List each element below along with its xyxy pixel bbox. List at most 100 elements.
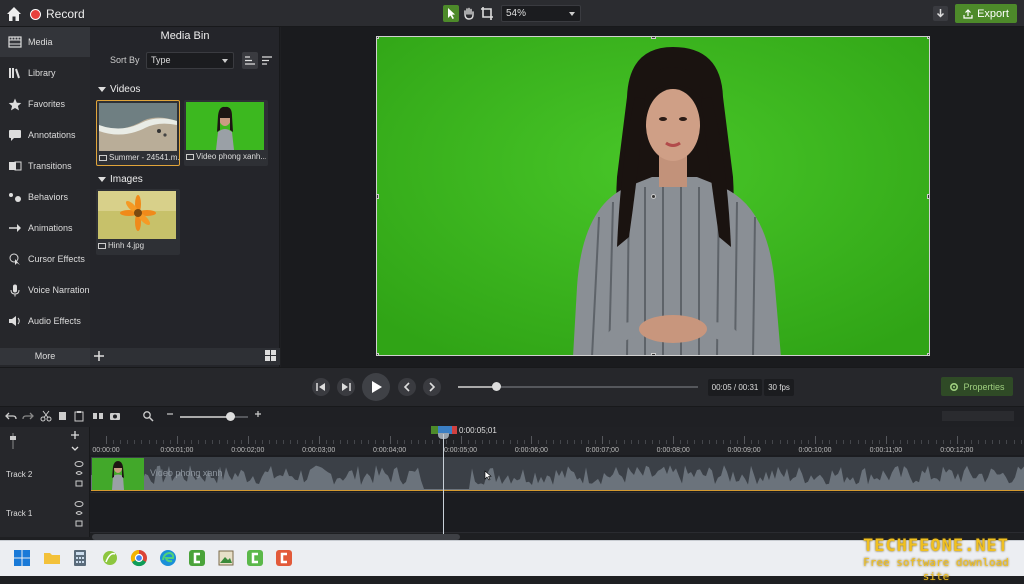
next-clip-button[interactable] bbox=[423, 378, 441, 396]
snapshot-button[interactable] bbox=[109, 410, 121, 422]
clip-name: Video phong xanh bbox=[150, 468, 223, 478]
ruler-minor-tick bbox=[666, 440, 668, 444]
timeline-zoom-handle[interactable] bbox=[226, 412, 235, 421]
ruler-minor-tick bbox=[701, 440, 703, 444]
step-forward-icon bbox=[342, 383, 351, 391]
ruler-minor-tick bbox=[992, 440, 994, 444]
ruler-minor-tick bbox=[963, 440, 965, 444]
resize-handle[interactable] bbox=[651, 37, 656, 39]
sidebar-item-label: Audio Effects bbox=[28, 316, 81, 326]
resize-handle[interactable] bbox=[377, 37, 379, 39]
images-section-header[interactable]: Images bbox=[98, 174, 143, 185]
previous-clip-button[interactable] bbox=[398, 378, 416, 396]
play-button[interactable] bbox=[362, 373, 390, 401]
sidebar-item-cursor-effects[interactable]: Cursor Effects bbox=[0, 244, 90, 274]
select-tool-button[interactable] bbox=[443, 5, 459, 22]
more-button[interactable]: More bbox=[0, 348, 90, 365]
sidebar-item-transitions[interactable]: Transitions bbox=[0, 151, 90, 181]
resize-handle[interactable] bbox=[377, 194, 379, 199]
app-button[interactable] bbox=[100, 548, 120, 568]
camtasia-icon bbox=[189, 550, 205, 566]
sort-descending-button[interactable] bbox=[259, 52, 275, 69]
ruler-tick bbox=[106, 436, 107, 444]
sidebar-item-voice-narration[interactable]: Voice Narration bbox=[0, 275, 90, 305]
resize-handle[interactable] bbox=[651, 353, 656, 355]
sidebar-item-label: Favorites bbox=[28, 99, 66, 109]
sidebar-item-annotations[interactable]: Annotations bbox=[0, 120, 90, 150]
sidebar-item-animations[interactable]: Animations bbox=[0, 213, 90, 243]
step-back-button[interactable] bbox=[312, 378, 330, 396]
track-visibility-icon[interactable] bbox=[74, 500, 84, 530]
file-explorer-button[interactable] bbox=[42, 548, 62, 568]
image-file-icon bbox=[98, 242, 106, 249]
step-forward-button[interactable] bbox=[337, 378, 355, 396]
media-tile-image[interactable]: Hinh 4.jpg bbox=[96, 189, 180, 255]
ruler-minor-tick bbox=[651, 440, 653, 444]
zoom-in-button[interactable] bbox=[254, 409, 262, 422]
add-media-button[interactable] bbox=[92, 349, 106, 363]
undo-button[interactable] bbox=[5, 410, 17, 422]
redo-button[interactable] bbox=[22, 410, 34, 422]
ruler-minor-tick bbox=[581, 440, 583, 444]
ruler-minor-tick bbox=[453, 440, 455, 444]
image-app-button[interactable] bbox=[216, 548, 236, 568]
start-button[interactable] bbox=[12, 548, 32, 568]
track-label: Track 2 bbox=[6, 470, 33, 479]
record-button[interactable]: Record bbox=[30, 5, 85, 23]
track-row-1[interactable] bbox=[90, 493, 1024, 533]
add-track-button[interactable] bbox=[70, 430, 80, 440]
track-height-slider[interactable] bbox=[8, 432, 18, 450]
resize-handle[interactable] bbox=[927, 353, 929, 355]
edge-button[interactable] bbox=[158, 548, 178, 568]
sidebar-item-behaviors[interactable]: Behaviors bbox=[0, 182, 90, 212]
zoom-out-button[interactable] bbox=[166, 409, 174, 422]
chevron-down-icon bbox=[71, 446, 79, 451]
resize-handle[interactable] bbox=[927, 194, 929, 199]
playhead-line[interactable] bbox=[443, 434, 444, 534]
video-clip[interactable] bbox=[91, 457, 1024, 491]
calculator-button[interactable] bbox=[70, 548, 90, 568]
cut-button[interactable] bbox=[40, 410, 52, 422]
sidebar-item-library[interactable]: Library bbox=[0, 58, 90, 88]
export-button[interactable]: Export bbox=[955, 4, 1017, 23]
cursor-icon bbox=[9, 253, 20, 265]
download-button[interactable] bbox=[933, 6, 948, 21]
media-tile-summer-video[interactable]: Summer - 24541.m... bbox=[96, 100, 180, 166]
ruler-tick bbox=[318, 436, 320, 444]
video-canvas[interactable] bbox=[376, 36, 930, 356]
grid-view-button[interactable] bbox=[262, 349, 278, 363]
pan-tool-button[interactable] bbox=[461, 5, 477, 22]
sidebar-item-media[interactable]: Media bbox=[0, 27, 90, 57]
resize-handle[interactable] bbox=[927, 37, 929, 39]
sort-by-dropdown[interactable]: Type bbox=[146, 52, 234, 69]
videos-section-header[interactable]: Videos bbox=[98, 84, 140, 95]
ruler-minor-tick bbox=[503, 440, 505, 444]
split-button[interactable] bbox=[92, 410, 104, 422]
recorder-button[interactable] bbox=[274, 548, 294, 568]
sidebar-item-favorites[interactable]: Favorites bbox=[0, 89, 90, 119]
ruler-minor-tick bbox=[446, 440, 448, 444]
ruler-minor-tick bbox=[892, 440, 894, 444]
sidebar-item-label: Media bbox=[28, 37, 53, 47]
zoom-dropdown[interactable]: 54% bbox=[501, 5, 581, 22]
paste-button[interactable] bbox=[73, 410, 85, 422]
ruler-minor-tick bbox=[134, 440, 136, 444]
chrome-button[interactable] bbox=[129, 548, 149, 568]
sort-ascending-button[interactable] bbox=[242, 52, 258, 69]
ruler-minor-tick bbox=[871, 440, 873, 444]
media-tile-green-screen-video[interactable]: Video phong xanh... bbox=[184, 100, 268, 166]
resize-handle[interactable] bbox=[377, 353, 379, 355]
crop-tool-button[interactable] bbox=[479, 5, 495, 22]
collapse-tracks-button[interactable] bbox=[70, 444, 80, 452]
copy-button[interactable] bbox=[57, 410, 69, 422]
camtasia-button[interactable] bbox=[187, 548, 207, 568]
camtasia-alt-button[interactable] bbox=[245, 548, 265, 568]
properties-button[interactable]: Properties bbox=[941, 377, 1013, 396]
ruler-tick bbox=[956, 436, 958, 444]
rotation-handle[interactable] bbox=[651, 194, 656, 199]
home-button[interactable] bbox=[4, 4, 24, 24]
ruler-minor-tick bbox=[751, 440, 753, 444]
sidebar-item-audio-effects[interactable]: Audio Effects bbox=[0, 306, 90, 336]
timeline-zoom-button[interactable] bbox=[142, 410, 154, 422]
track-visibility-icon[interactable] bbox=[74, 460, 84, 490]
